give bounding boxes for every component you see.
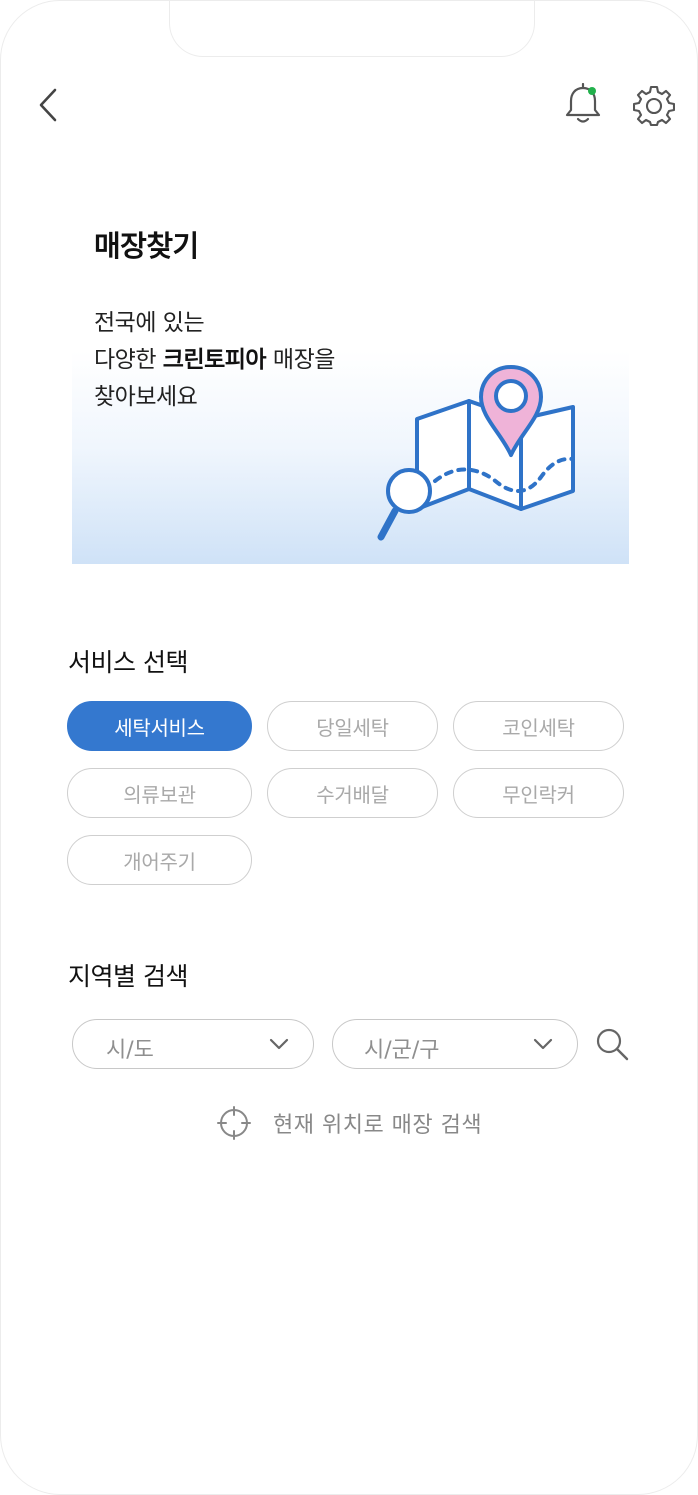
service-option-coin-laundry[interactable]: 코인세탁 bbox=[453, 701, 624, 751]
service-option-laundry[interactable]: 세탁서비스 bbox=[67, 701, 252, 751]
map-pin-magnifier-icon bbox=[377, 365, 575, 541]
settings-button[interactable] bbox=[632, 85, 676, 127]
service-option-label: 의류보관 bbox=[123, 782, 196, 807]
district-select[interactable]: 시/군/구 bbox=[332, 1019, 578, 1069]
search-button[interactable] bbox=[593, 1025, 631, 1063]
banner-line-2-suffix: 매장을 bbox=[266, 347, 335, 373]
province-select[interactable]: 시/도 bbox=[72, 1019, 314, 1069]
banner-text: 전국에 있는 다양한 크린토피아 매장을 찾아보세요 bbox=[94, 305, 335, 416]
service-option-folding[interactable]: 개어주기 bbox=[67, 835, 252, 885]
brand-name: 크린토피아 bbox=[162, 347, 267, 373]
service-option-label: 코인세탁 bbox=[502, 715, 575, 740]
chevron-left-icon bbox=[39, 88, 57, 122]
service-option-label: 세탁서비스 bbox=[114, 715, 205, 740]
search-icon bbox=[596, 1028, 629, 1061]
service-option-label: 당일세탁 bbox=[316, 715, 389, 740]
gear-icon bbox=[632, 85, 676, 127]
notification-button[interactable] bbox=[563, 82, 603, 127]
banner-line-2: 다양한 크린토피아 매장을 bbox=[94, 342, 335, 379]
service-option-locker[interactable]: 무인락커 bbox=[453, 768, 624, 818]
service-option-storage[interactable]: 의류보관 bbox=[67, 768, 252, 818]
chevron-down-icon bbox=[533, 1038, 553, 1050]
page-title: 매장찾기 bbox=[94, 229, 199, 263]
bell-icon bbox=[565, 82, 601, 123]
current-location-label: 현재 위치로 매장 검색 bbox=[273, 1113, 483, 1138]
phone-frame: 매장찾기 전국에 있는 다양한 크린토피아 매장을 찾아보세요 서비스 선택 세… bbox=[0, 0, 698, 1495]
service-option-pickup-delivery[interactable]: 수거배달 bbox=[267, 768, 438, 818]
notification-dot bbox=[588, 87, 596, 95]
service-option-same-day[interactable]: 당일세탁 bbox=[267, 701, 438, 751]
service-option-label: 무인락커 bbox=[502, 782, 575, 807]
province-select-value: 시/도 bbox=[106, 1038, 154, 1063]
crosshair-icon bbox=[217, 1106, 251, 1140]
service-option-label: 개어주기 bbox=[123, 849, 196, 874]
service-option-label: 수거배달 bbox=[316, 782, 389, 807]
banner-line-3: 찾아보세요 bbox=[94, 384, 198, 410]
banner-line-2-prefix: 다양한 bbox=[94, 347, 163, 373]
district-select-value: 시/군/구 bbox=[364, 1038, 440, 1063]
current-location-search-button[interactable]: 현재 위치로 매장 검색 bbox=[217, 1105, 482, 1141]
device-notch bbox=[169, 1, 535, 57]
region-section-title: 지역별 검색 bbox=[68, 962, 188, 991]
banner-line-1: 전국에 있는 bbox=[94, 310, 205, 336]
chevron-down-icon bbox=[269, 1038, 289, 1050]
back-button[interactable] bbox=[31, 85, 65, 125]
service-section-title: 서비스 선택 bbox=[68, 648, 188, 677]
